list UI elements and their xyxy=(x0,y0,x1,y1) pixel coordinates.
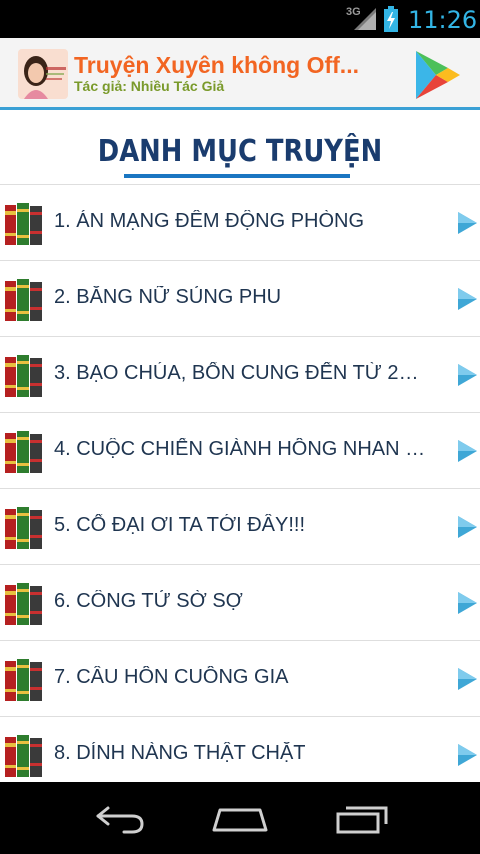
app-title: Truyện Xuyên không Off... xyxy=(74,52,359,78)
story-list-screen: DANH MỤC TRUYỆN 1. ÁN MẠNG ĐÊM ĐỘNG PHÒN… xyxy=(0,110,480,782)
home-icon[interactable] xyxy=(210,800,270,836)
clock: 11:26 xyxy=(408,6,478,34)
app-subtitle: Tác giả: Nhiều Tác Giả xyxy=(74,78,225,94)
story-list: 1. ÁN MẠNG ĐÊM ĐỘNG PHÒNG 2. BĂNG NỮ SỦN… xyxy=(0,184,480,782)
status-bar: 3G 11:26 xyxy=(0,0,480,38)
app-icon xyxy=(18,49,68,99)
list-item[interactable]: 5. CỔ ĐẠI ƠI TA TỚI ĐÂY!!! xyxy=(0,489,480,565)
play-arrow-icon xyxy=(458,516,477,538)
books-icon xyxy=(5,583,42,625)
section-title: DANH MỤC TRUYỆN xyxy=(97,134,383,169)
story-title: 7. CÂU HỒN CUỒNG GIA xyxy=(54,666,289,688)
list-item[interactable]: 3. BẠO CHÚA, BỔN CUNG ĐẾN TỪ 2012 xyxy=(0,337,480,413)
play-arrow-icon xyxy=(458,364,477,386)
list-item[interactable]: 8. DÍNH NÀNG THẬT CHẶT xyxy=(0,717,480,782)
navigation-bar xyxy=(0,782,480,854)
back-icon[interactable] xyxy=(90,800,150,836)
story-title: 5. CỔ ĐẠI ƠI TA TỚI ĐÂY!!! xyxy=(54,514,306,536)
story-title: 1. ÁN MẠNG ĐÊM ĐỘNG PHÒNG xyxy=(54,210,365,232)
list-item[interactable]: 1. ÁN MẠNG ĐÊM ĐỘNG PHÒNG xyxy=(0,185,480,261)
list-item[interactable]: 2. BĂNG NỮ SỦNG PHU xyxy=(0,261,480,337)
section-underline xyxy=(124,174,350,178)
app-header: Truyện Xuyên không Off... Tác giả: Nhiều… xyxy=(0,38,480,110)
play-arrow-icon xyxy=(458,212,477,234)
books-icon xyxy=(5,355,42,397)
books-icon xyxy=(5,735,42,777)
books-icon xyxy=(5,507,42,549)
battery-charging-icon xyxy=(384,6,398,32)
books-icon xyxy=(5,431,42,473)
story-title: 6. CÔNG TỬ SỜ SỢ xyxy=(54,590,243,612)
play-store-icon[interactable] xyxy=(412,49,462,101)
books-icon xyxy=(5,203,42,245)
play-arrow-icon xyxy=(458,592,477,614)
story-title: 3. BẠO CHÚA, BỔN CUNG ĐẾN TỪ 2012 xyxy=(54,362,426,384)
list-item[interactable]: 6. CÔNG TỬ SỜ SỢ xyxy=(0,565,480,641)
books-icon xyxy=(5,279,42,321)
recent-apps-icon[interactable] xyxy=(332,800,392,836)
play-arrow-icon xyxy=(458,440,477,462)
story-title: 2. BĂNG NỮ SỦNG PHU xyxy=(54,286,282,308)
play-arrow-icon xyxy=(458,668,477,690)
books-icon xyxy=(5,659,42,701)
story-title: 8. DÍNH NÀNG THẬT CHẶT xyxy=(54,742,306,764)
play-arrow-icon xyxy=(458,744,477,766)
list-item[interactable]: 4. CUỘC CHIẾN GIÀNH HỒNG NHAN Đ... xyxy=(0,413,480,489)
signal-icon xyxy=(354,8,376,30)
story-title: 4. CUỘC CHIẾN GIÀNH HỒNG NHAN Đ... xyxy=(54,438,426,460)
section-header: DANH MỤC TRUYỆN xyxy=(0,110,480,184)
list-item[interactable]: 7. CÂU HỒN CUỒNG GIA xyxy=(0,641,480,717)
play-arrow-icon xyxy=(458,288,477,310)
